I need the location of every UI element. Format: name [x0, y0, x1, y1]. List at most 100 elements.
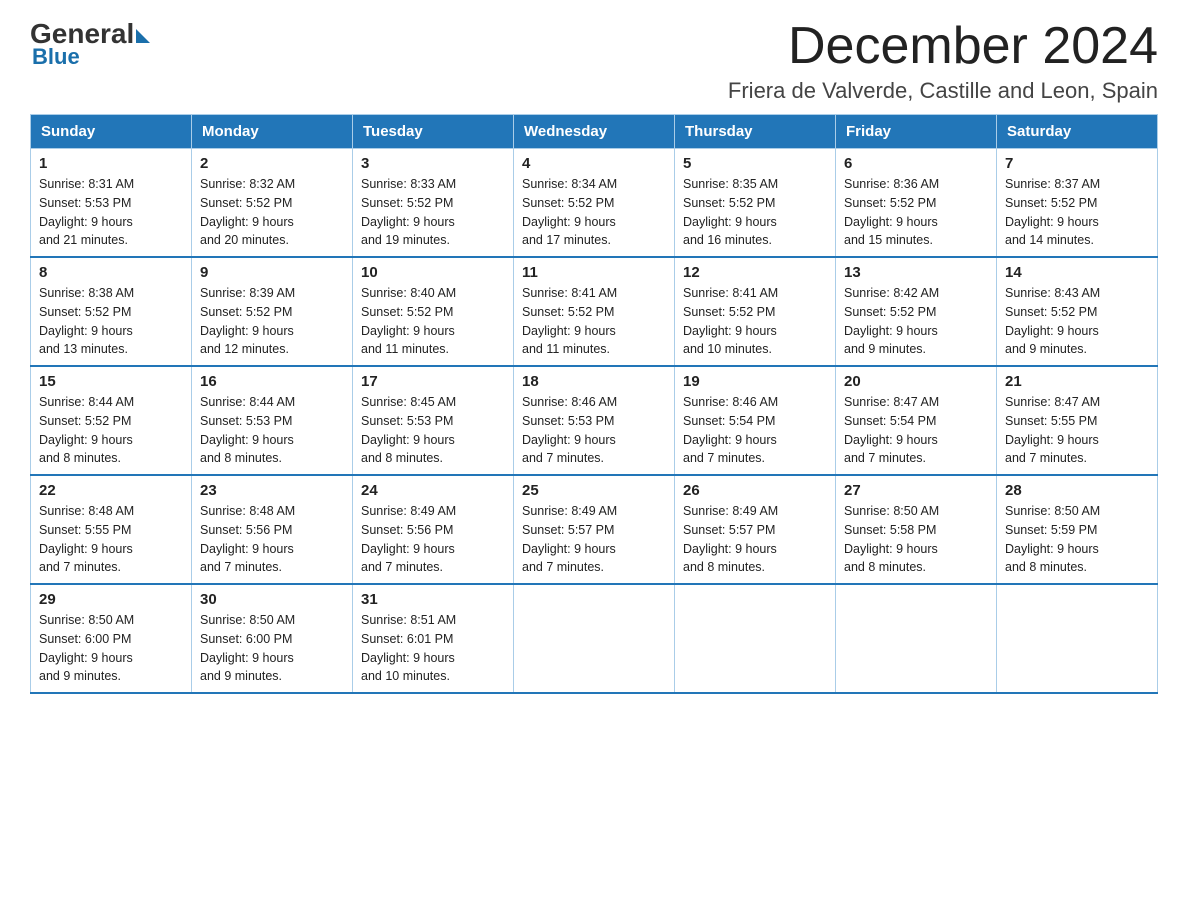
calendar-cell: 16 Sunrise: 8:44 AM Sunset: 5:53 PM Dayl… [192, 366, 353, 475]
day-info: Sunrise: 8:31 AM Sunset: 5:53 PM Dayligh… [39, 175, 183, 250]
day-number: 21 [1005, 373, 1149, 390]
day-number: 27 [844, 482, 988, 499]
day-number: 14 [1005, 264, 1149, 281]
week-row-4: 22 Sunrise: 8:48 AM Sunset: 5:55 PM Dayl… [31, 475, 1158, 584]
day-info: Sunrise: 8:32 AM Sunset: 5:52 PM Dayligh… [200, 175, 344, 250]
week-row-1: 1 Sunrise: 8:31 AM Sunset: 5:53 PM Dayli… [31, 149, 1158, 258]
week-row-2: 8 Sunrise: 8:38 AM Sunset: 5:52 PM Dayli… [31, 257, 1158, 366]
day-info: Sunrise: 8:41 AM Sunset: 5:52 PM Dayligh… [522, 284, 666, 359]
calendar-cell: 17 Sunrise: 8:45 AM Sunset: 5:53 PM Dayl… [353, 366, 514, 475]
week-row-3: 15 Sunrise: 8:44 AM Sunset: 5:52 PM Dayl… [31, 366, 1158, 475]
calendar-cell: 27 Sunrise: 8:50 AM Sunset: 5:58 PM Dayl… [836, 475, 997, 584]
day-info: Sunrise: 8:47 AM Sunset: 5:55 PM Dayligh… [1005, 393, 1149, 468]
day-number: 20 [844, 373, 988, 390]
day-info: Sunrise: 8:47 AM Sunset: 5:54 PM Dayligh… [844, 393, 988, 468]
day-info: Sunrise: 8:41 AM Sunset: 5:52 PM Dayligh… [683, 284, 827, 359]
calendar-cell: 5 Sunrise: 8:35 AM Sunset: 5:52 PM Dayli… [675, 149, 836, 258]
day-number: 18 [522, 373, 666, 390]
calendar-cell: 26 Sunrise: 8:49 AM Sunset: 5:57 PM Dayl… [675, 475, 836, 584]
calendar-cell: 29 Sunrise: 8:50 AM Sunset: 6:00 PM Dayl… [31, 584, 192, 693]
day-info: Sunrise: 8:50 AM Sunset: 6:00 PM Dayligh… [39, 611, 183, 686]
calendar-cell: 7 Sunrise: 8:37 AM Sunset: 5:52 PM Dayli… [997, 149, 1158, 258]
day-info: Sunrise: 8:49 AM Sunset: 5:56 PM Dayligh… [361, 502, 505, 577]
calendar-cell: 23 Sunrise: 8:48 AM Sunset: 5:56 PM Dayl… [192, 475, 353, 584]
day-number: 30 [200, 591, 344, 608]
logo-blue: Blue [30, 44, 80, 70]
day-number: 25 [522, 482, 666, 499]
month-title: December 2024 [728, 20, 1158, 72]
day-info: Sunrise: 8:48 AM Sunset: 5:55 PM Dayligh… [39, 502, 183, 577]
day-info: Sunrise: 8:48 AM Sunset: 5:56 PM Dayligh… [200, 502, 344, 577]
day-number: 7 [1005, 155, 1149, 172]
day-info: Sunrise: 8:50 AM Sunset: 5:58 PM Dayligh… [844, 502, 988, 577]
calendar-cell: 15 Sunrise: 8:44 AM Sunset: 5:52 PM Dayl… [31, 366, 192, 475]
calendar-cell: 24 Sunrise: 8:49 AM Sunset: 5:56 PM Dayl… [353, 475, 514, 584]
calendar-cell: 2 Sunrise: 8:32 AM Sunset: 5:52 PM Dayli… [192, 149, 353, 258]
header-sunday: Sunday [31, 115, 192, 149]
day-number: 6 [844, 155, 988, 172]
day-info: Sunrise: 8:38 AM Sunset: 5:52 PM Dayligh… [39, 284, 183, 359]
header-thursday: Thursday [675, 115, 836, 149]
day-info: Sunrise: 8:50 AM Sunset: 5:59 PM Dayligh… [1005, 502, 1149, 577]
week-row-5: 29 Sunrise: 8:50 AM Sunset: 6:00 PM Dayl… [31, 584, 1158, 693]
day-info: Sunrise: 8:35 AM Sunset: 5:52 PM Dayligh… [683, 175, 827, 250]
calendar-cell: 30 Sunrise: 8:50 AM Sunset: 6:00 PM Dayl… [192, 584, 353, 693]
day-info: Sunrise: 8:46 AM Sunset: 5:53 PM Dayligh… [522, 393, 666, 468]
calendar-cell: 22 Sunrise: 8:48 AM Sunset: 5:55 PM Dayl… [31, 475, 192, 584]
day-info: Sunrise: 8:39 AM Sunset: 5:52 PM Dayligh… [200, 284, 344, 359]
day-info: Sunrise: 8:40 AM Sunset: 5:52 PM Dayligh… [361, 284, 505, 359]
calendar-cell: 11 Sunrise: 8:41 AM Sunset: 5:52 PM Dayl… [514, 257, 675, 366]
calendar-cell: 18 Sunrise: 8:46 AM Sunset: 5:53 PM Dayl… [514, 366, 675, 475]
day-info: Sunrise: 8:44 AM Sunset: 5:52 PM Dayligh… [39, 393, 183, 468]
header: General Blue December 2024 Friera de Val… [30, 20, 1158, 104]
header-row: SundayMondayTuesdayWednesdayThursdayFrid… [31, 115, 1158, 149]
logo: General Blue [30, 20, 150, 70]
day-info: Sunrise: 8:37 AM Sunset: 5:52 PM Dayligh… [1005, 175, 1149, 250]
day-info: Sunrise: 8:33 AM Sunset: 5:52 PM Dayligh… [361, 175, 505, 250]
day-info: Sunrise: 8:34 AM Sunset: 5:52 PM Dayligh… [522, 175, 666, 250]
day-number: 19 [683, 373, 827, 390]
day-info: Sunrise: 8:36 AM Sunset: 5:52 PM Dayligh… [844, 175, 988, 250]
header-friday: Friday [836, 115, 997, 149]
day-number: 31 [361, 591, 505, 608]
calendar-cell: 20 Sunrise: 8:47 AM Sunset: 5:54 PM Dayl… [836, 366, 997, 475]
day-info: Sunrise: 8:49 AM Sunset: 5:57 PM Dayligh… [522, 502, 666, 577]
day-info: Sunrise: 8:51 AM Sunset: 6:01 PM Dayligh… [361, 611, 505, 686]
calendar-cell: 19 Sunrise: 8:46 AM Sunset: 5:54 PM Dayl… [675, 366, 836, 475]
calendar-cell: 21 Sunrise: 8:47 AM Sunset: 5:55 PM Dayl… [997, 366, 1158, 475]
location-title: Friera de Valverde, Castille and Leon, S… [728, 78, 1158, 104]
day-number: 15 [39, 373, 183, 390]
day-number: 4 [522, 155, 666, 172]
day-number: 16 [200, 373, 344, 390]
calendar-cell: 31 Sunrise: 8:51 AM Sunset: 6:01 PM Dayl… [353, 584, 514, 693]
day-number: 12 [683, 264, 827, 281]
day-number: 22 [39, 482, 183, 499]
day-number: 24 [361, 482, 505, 499]
calendar-cell: 6 Sunrise: 8:36 AM Sunset: 5:52 PM Dayli… [836, 149, 997, 258]
calendar-cell: 8 Sunrise: 8:38 AM Sunset: 5:52 PM Dayli… [31, 257, 192, 366]
day-number: 23 [200, 482, 344, 499]
calendar-cell: 3 Sunrise: 8:33 AM Sunset: 5:52 PM Dayli… [353, 149, 514, 258]
day-number: 28 [1005, 482, 1149, 499]
day-number: 5 [683, 155, 827, 172]
header-wednesday: Wednesday [514, 115, 675, 149]
calendar-cell: 28 Sunrise: 8:50 AM Sunset: 5:59 PM Dayl… [997, 475, 1158, 584]
calendar-header: SundayMondayTuesdayWednesdayThursdayFrid… [31, 115, 1158, 149]
calendar-cell: 13 Sunrise: 8:42 AM Sunset: 5:52 PM Dayl… [836, 257, 997, 366]
day-number: 2 [200, 155, 344, 172]
header-monday: Monday [192, 115, 353, 149]
calendar-body: 1 Sunrise: 8:31 AM Sunset: 5:53 PM Dayli… [31, 149, 1158, 694]
calendar-cell [997, 584, 1158, 693]
day-number: 11 [522, 264, 666, 281]
calendar-cell [675, 584, 836, 693]
day-number: 10 [361, 264, 505, 281]
calendar-cell: 9 Sunrise: 8:39 AM Sunset: 5:52 PM Dayli… [192, 257, 353, 366]
day-info: Sunrise: 8:50 AM Sunset: 6:00 PM Dayligh… [200, 611, 344, 686]
calendar-cell: 1 Sunrise: 8:31 AM Sunset: 5:53 PM Dayli… [31, 149, 192, 258]
day-number: 13 [844, 264, 988, 281]
calendar-cell [514, 584, 675, 693]
day-number: 26 [683, 482, 827, 499]
day-number: 9 [200, 264, 344, 281]
day-number: 3 [361, 155, 505, 172]
day-info: Sunrise: 8:45 AM Sunset: 5:53 PM Dayligh… [361, 393, 505, 468]
